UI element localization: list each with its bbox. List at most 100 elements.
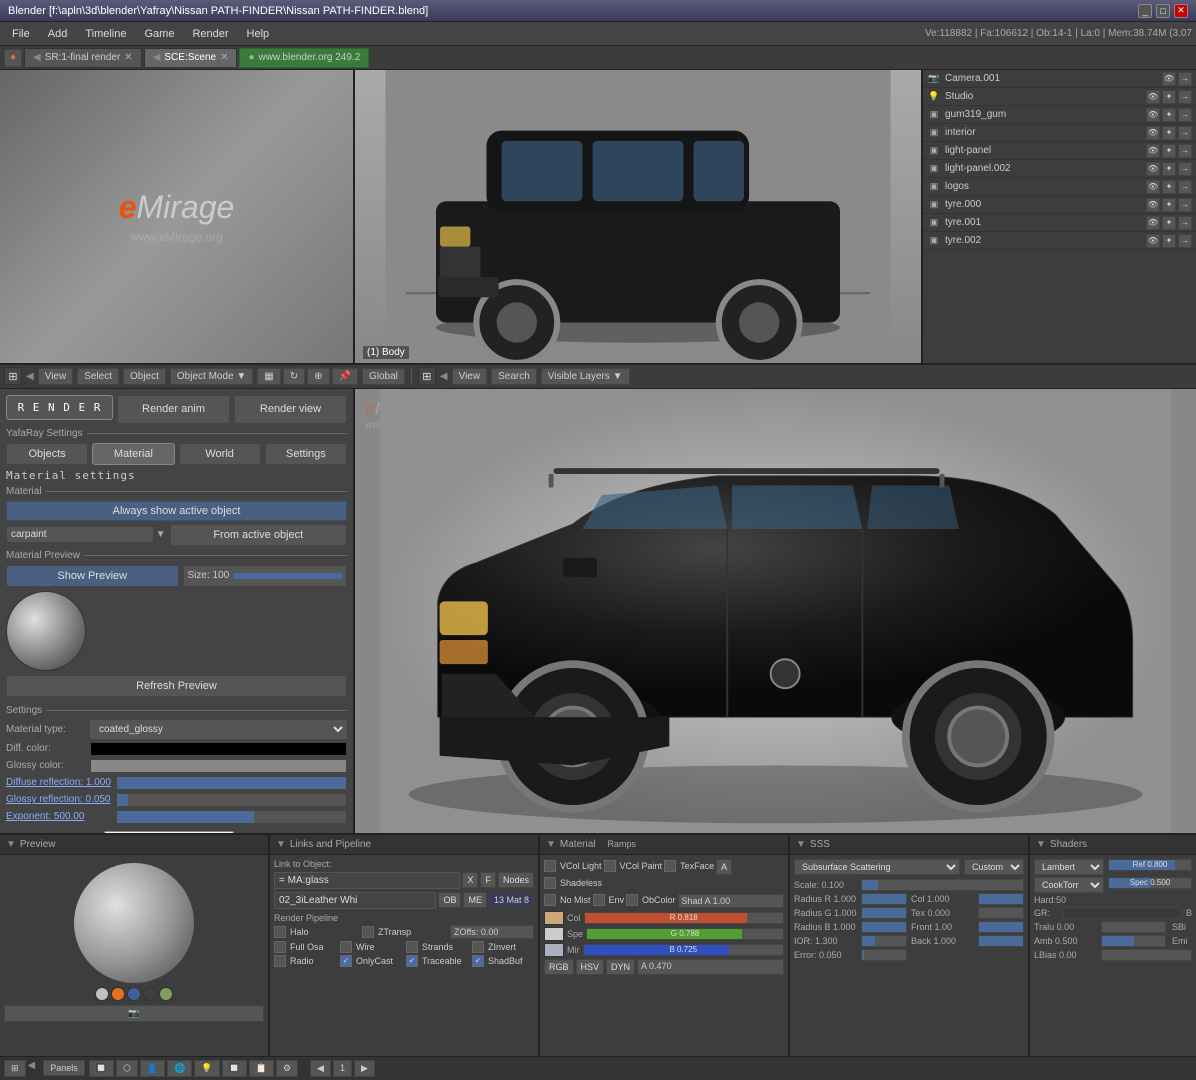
from-active-button[interactable]: From active object [170,524,348,546]
cooktorr-select[interactable]: CookTorr [1034,877,1104,893]
world-button[interactable]: World [179,443,261,465]
tex-slider[interactable] [978,907,1024,919]
refresh-preview-button[interactable]: Refresh Preview [6,675,347,697]
interior-ctrl-arrow[interactable]: → [1178,126,1192,140]
outliner-item-logos[interactable]: ▣ logos 👁 ✦ → [923,178,1196,196]
texface-chk[interactable] [664,860,676,872]
glossy-refl-label[interactable]: Glossy reflection: 0.050 [6,794,116,805]
view-icon-7[interactable]: 📋 [249,1060,274,1077]
x-btn[interactable]: X [462,872,478,888]
interior-ctrl-cursor[interactable]: ✦ [1162,126,1176,140]
lbias-slider[interactable] [1101,949,1192,961]
gum-ctrl-eye[interactable]: 👁 [1146,108,1160,122]
pin-icon[interactable]: 📌 [332,368,358,385]
glossy-refl-slider[interactable] [116,793,347,807]
material-button[interactable]: Material [92,443,174,465]
a-label[interactable]: A [716,859,732,875]
outliner-item-studio[interactable]: 💡 Studio 👁 ✦ → [923,88,1196,106]
render-button[interactable]: R E N D E R [6,395,113,420]
radius-g-slider[interactable] [861,907,907,919]
extra-icon-2[interactable]: ▶ [354,1060,375,1077]
nodes-btn[interactable]: Nodes [498,872,534,888]
rgb-btn[interactable]: RGB [544,959,574,975]
diff-color-swatch[interactable] [90,742,347,756]
gr-field[interactable] [1063,907,1182,919]
viewport-icon[interactable]: ⊞ [4,367,22,385]
lp-ctrl-cursor[interactable]: ✦ [1162,144,1176,158]
logos-ctrl-arrow[interactable]: → [1178,180,1192,194]
select-button[interactable]: Select [77,368,119,385]
tyre002-ctrl-cursor[interactable]: ✦ [1162,234,1176,248]
spe-swatch[interactable] [544,927,564,941]
tralu-slider[interactable] [1101,921,1166,933]
view-icon-4[interactable]: 🌐 [167,1060,192,1077]
interior-ctrl-eye[interactable]: 👁 [1146,126,1160,140]
me-btn[interactable]: ME [463,892,487,908]
lp002-ctrl-eye[interactable]: 👁 [1146,162,1160,176]
view-icon-2[interactable]: ⬡ [116,1060,138,1077]
f-btn[interactable]: F [480,872,496,888]
radius-r-slider[interactable] [861,893,907,905]
menu-game[interactable]: Game [136,26,182,42]
menu-render[interactable]: Render [184,26,236,42]
radius-b-slider[interactable] [861,921,907,933]
lp002-ctrl-cursor[interactable]: ✦ [1162,162,1176,176]
global-button[interactable]: Global [362,368,405,385]
tyre001-ctrl-arrow[interactable]: → [1178,216,1192,230]
lp-ctrl-eye[interactable]: 👁 [1146,144,1160,158]
view-button[interactable]: View [38,368,74,385]
object-button[interactable]: Object [123,368,166,385]
ztransp-checkbox[interactable] [362,926,374,938]
panels-button[interactable]: Panels [43,1060,85,1076]
menu-add[interactable]: Add [40,26,76,42]
radio-checkbox[interactable] [274,955,286,967]
size-slider[interactable] [233,573,342,579]
rotate-icon[interactable]: ↻ [283,368,305,385]
logos-ctrl-cursor[interactable]: ✦ [1162,180,1176,194]
close-button[interactable]: ✕ [1174,4,1188,18]
error-slider[interactable] [861,949,907,961]
dyn-btn[interactable]: DYN [606,959,635,975]
swatch-3[interactable] [127,987,141,1001]
outliner-item-tyre002[interactable]: ▣ tyre.002 👁 ✦ → [923,232,1196,250]
logos-ctrl-eye[interactable]: 👁 [1146,180,1160,194]
view-icon-6[interactable]: 🔲 [222,1060,247,1077]
zinvert-checkbox[interactable] [472,941,484,953]
sss-type-select[interactable]: Subsurface Scattering [794,859,960,875]
outliner-item-gum[interactable]: ▣ gum319_gum 👁 ✦ → [923,106,1196,124]
tyre000-ctrl-cursor[interactable]: ✦ [1162,198,1176,212]
glossy-color-swatch[interactable] [90,759,347,773]
render-view-button[interactable]: Render view [234,395,347,424]
ma-field[interactable] [274,872,460,889]
outliner-item-lightpanel002[interactable]: ▣ light-panel.002 👁 ✦ → [923,160,1196,178]
outliner-item-camera[interactable]: 📷 Camera.001 👁 → [923,70,1196,88]
front-slider[interactable] [978,921,1024,933]
exponent-label[interactable]: Exponent: 500.00 [6,811,116,822]
vcol-paint-chk[interactable] [604,860,616,872]
lp002-ctrl-arrow[interactable]: → [1178,162,1192,176]
outliner-item-interior[interactable]: ▣ interior 👁 ✦ → [923,124,1196,142]
blender-tab[interactable]: ● www.blender.org 249.2 [239,48,369,68]
render-anim-button[interactable]: Render anim [117,395,230,424]
tyre001-ctrl-cursor[interactable]: ✦ [1162,216,1176,230]
snap-icon[interactable]: ⊕ [307,368,329,385]
studio-ctrl-arrow[interactable]: → [1178,90,1192,104]
a-val-field[interactable]: A 0.470 [637,959,784,975]
menu-timeline[interactable]: Timeline [77,26,134,42]
mat-type-select[interactable]: coated_glossy [90,720,347,739]
visible-layers-button[interactable]: Visible Layers ▼ [541,368,630,385]
material-dropdown-arrow[interactable]: ▼ [156,529,166,540]
view-icon-3[interactable]: 👤 [140,1060,165,1077]
wire-checkbox[interactable] [340,941,352,953]
scene-tab-close[interactable]: ✕ [220,52,228,63]
tyre000-ctrl-eye[interactable]: 👁 [1146,198,1160,212]
preview-camera-btn[interactable]: 📷 [4,1005,264,1022]
mir-swatch[interactable] [544,943,564,957]
material-name-input[interactable] [6,526,154,543]
hsv-btn[interactable]: HSV [576,959,605,975]
diffuse-refl-label[interactable]: Diffuse reflection: 1.000 [6,777,116,788]
scene-icon[interactable]: ⊞ [4,1060,26,1077]
object-mode-button[interactable]: Object Mode ▼ [170,368,253,385]
ob-btn[interactable]: OB [438,892,461,908]
scene-tab[interactable]: ◀ SCE:Scene ✕ [144,48,238,68]
